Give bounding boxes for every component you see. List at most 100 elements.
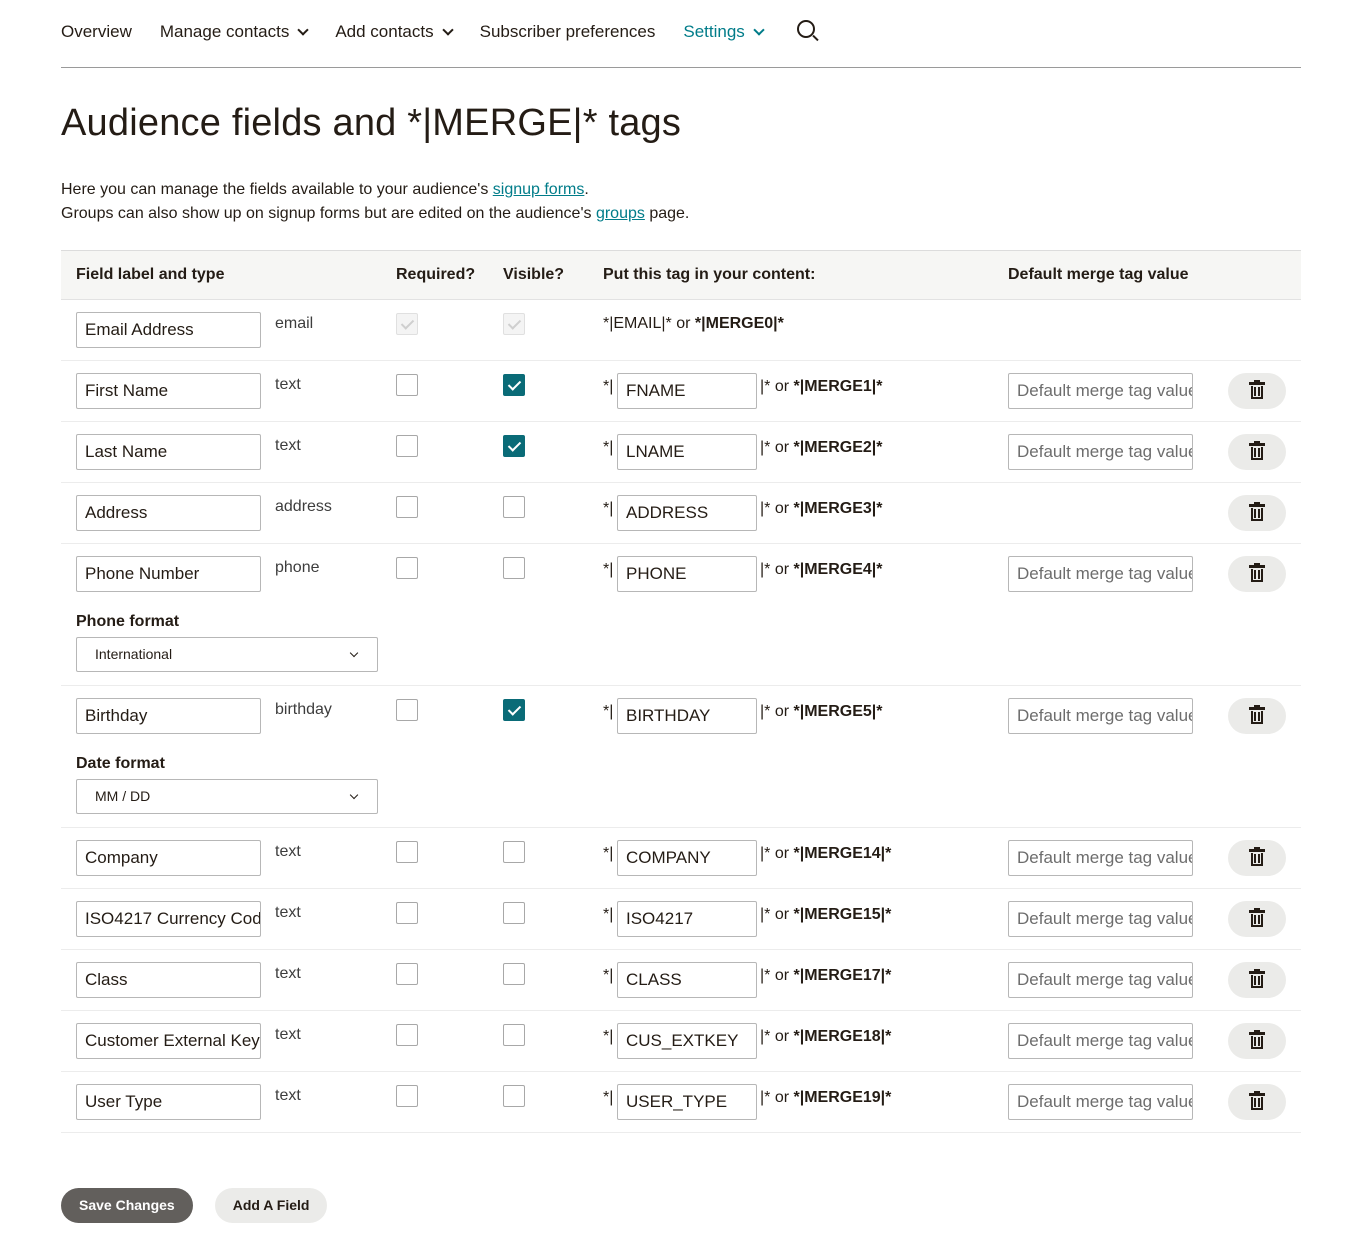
nav-manage-contacts[interactable]: Manage contacts bbox=[160, 22, 309, 46]
table-row: First Name text *| FNAME |* or *|MERGE1|* Def… bbox=[61, 361, 1301, 422]
visible-checkbox[interactable] bbox=[503, 902, 525, 924]
visible-checkbox[interactable] bbox=[503, 374, 525, 396]
delete-field-button[interactable] bbox=[1228, 373, 1286, 409]
field-label-input[interactable]: User Type bbox=[76, 1084, 261, 1120]
default-value-input[interactable]: Default merge tag value bbox=[1008, 840, 1193, 876]
required-checkbox[interactable] bbox=[396, 374, 418, 396]
add-field-button[interactable]: Add A Field bbox=[214, 1188, 328, 1223]
tag-or: |* or bbox=[760, 845, 794, 862]
table-row: Company text *| COMPANY |* or *|MERGE14|* Def… bbox=[61, 828, 1301, 889]
nav-add-contacts[interactable]: Add contacts bbox=[335, 22, 454, 46]
header-visible: Visible? bbox=[503, 266, 565, 283]
visible-checkbox bbox=[503, 313, 525, 335]
field-label-input[interactable]: Address bbox=[76, 495, 261, 531]
format-value: MM / DD bbox=[95, 788, 151, 804]
groups-link[interactable]: groups bbox=[596, 205, 645, 222]
delete-field-button[interactable] bbox=[1228, 840, 1286, 876]
field-label-input[interactable]: ISO4217 Currency Code bbox=[76, 901, 261, 937]
visible-checkbox[interactable] bbox=[503, 699, 525, 721]
merge-tag: *|MERGE15|* bbox=[793, 906, 892, 923]
required-checkbox[interactable] bbox=[396, 1085, 418, 1107]
tag-suffix: |* or *|MERGE15|* bbox=[760, 906, 891, 924]
field-label-input[interactable]: Phone Number bbox=[76, 556, 261, 592]
signup-forms-link[interactable]: signup forms bbox=[493, 181, 585, 198]
nav-subscriber-preferences[interactable]: Subscriber preferences bbox=[480, 22, 656, 46]
field-label-input[interactable]: Customer External Key bbox=[76, 1023, 261, 1059]
default-value-input[interactable]: Default merge tag value bbox=[1008, 556, 1193, 592]
search-button[interactable] bbox=[791, 19, 815, 42]
tag-prefix: *| bbox=[603, 906, 614, 923]
merge-tag-input[interactable]: BIRTHDAY bbox=[617, 698, 757, 734]
merge-tag-input[interactable]: USER_TYPE bbox=[617, 1084, 757, 1120]
required-checkbox[interactable] bbox=[396, 841, 418, 863]
tag-prefix: *| bbox=[603, 967, 614, 984]
fields-table: Field label and type Required? Visible? … bbox=[61, 250, 1301, 1133]
delete-field-button[interactable] bbox=[1228, 1084, 1286, 1120]
merge-tag-input[interactable]: PHONE bbox=[617, 556, 757, 592]
default-value-input[interactable]: Default merge tag value bbox=[1008, 1023, 1193, 1059]
merge-tag: *|MERGE1|* bbox=[793, 378, 883, 395]
format-select[interactable]: MM / DD bbox=[76, 779, 378, 814]
field-label-input[interactable]: Last Name bbox=[76, 434, 261, 470]
field-label-input[interactable]: Birthday bbox=[76, 698, 261, 734]
default-value-input[interactable]: Default merge tag value bbox=[1008, 434, 1193, 470]
intro-text-2-end: page. bbox=[644, 205, 690, 222]
delete-field-button[interactable] bbox=[1228, 962, 1286, 998]
merge-tag-input[interactable]: FNAME bbox=[617, 373, 757, 409]
merge-tag-input[interactable]: CUS_EXTKEY bbox=[617, 1023, 757, 1059]
merge-tag-input[interactable]: LNAME bbox=[617, 434, 757, 470]
tag-prefix: *| bbox=[603, 703, 614, 720]
required-checkbox[interactable] bbox=[396, 557, 418, 579]
visible-checkbox[interactable] bbox=[503, 963, 525, 985]
tag-prefix: *| bbox=[603, 1089, 614, 1106]
delete-field-button[interactable] bbox=[1228, 434, 1286, 470]
required-checkbox[interactable] bbox=[396, 435, 418, 457]
field-label-input[interactable]: Email Address bbox=[76, 312, 261, 348]
required-checkbox[interactable] bbox=[396, 1024, 418, 1046]
delete-field-button[interactable] bbox=[1228, 901, 1286, 937]
table-row: User Type text *| USER_TYPE |* or *|MERGE19|… bbox=[61, 1072, 1301, 1133]
default-value-input[interactable]: Default merge tag value bbox=[1008, 962, 1193, 998]
delete-field-button[interactable] bbox=[1228, 1023, 1286, 1059]
merge-tag-input[interactable]: ISO4217 bbox=[617, 901, 757, 937]
visible-checkbox[interactable] bbox=[503, 557, 525, 579]
delete-field-button[interactable] bbox=[1228, 495, 1286, 531]
default-value-input[interactable]: Default merge tag value bbox=[1008, 1084, 1193, 1120]
merge-tag: *|MERGE2|* bbox=[793, 439, 883, 456]
merge-tag-input[interactable]: CLASS bbox=[617, 962, 757, 998]
visible-checkbox[interactable] bbox=[503, 1024, 525, 1046]
required-checkbox[interactable] bbox=[396, 963, 418, 985]
delete-field-button[interactable] bbox=[1228, 556, 1286, 592]
table-row: Birthday birthday *| BIRTHDAY |* or *|MERGE5… bbox=[61, 686, 1301, 828]
tag-prefix: *| bbox=[603, 500, 614, 517]
nav-settings[interactable]: Settings bbox=[683, 21, 765, 46]
visible-checkbox[interactable] bbox=[503, 1085, 525, 1107]
nav-label: Settings bbox=[683, 21, 745, 41]
field-label-input[interactable]: Class bbox=[76, 962, 261, 998]
field-type: text bbox=[275, 1026, 301, 1043]
tag-suffix: |* or *|MERGE17|* bbox=[760, 967, 891, 985]
nav-overview[interactable]: Overview bbox=[61, 22, 132, 46]
save-changes-button[interactable]: Save Changes bbox=[61, 1188, 193, 1223]
merge-tag: *|MERGE0|* bbox=[694, 315, 784, 332]
required-checkbox[interactable] bbox=[396, 496, 418, 518]
nav-label: Subscriber preferences bbox=[479, 21, 656, 41]
field-label-input[interactable]: Company bbox=[76, 840, 261, 876]
field-label-input[interactable]: First Name bbox=[76, 373, 261, 409]
default-value-input[interactable]: Default merge tag value bbox=[1008, 698, 1193, 734]
delete-field-button[interactable] bbox=[1228, 698, 1286, 734]
merge-tag: *|MERGE17|* bbox=[793, 967, 892, 984]
default-value-input[interactable]: Default merge tag value bbox=[1008, 901, 1193, 937]
visible-checkbox[interactable] bbox=[503, 841, 525, 863]
merge-tag: *|MERGE4|* bbox=[793, 561, 883, 578]
merge-tag-input[interactable]: ADDRESS bbox=[617, 495, 757, 531]
required-checkbox[interactable] bbox=[396, 699, 418, 721]
format-select[interactable]: International bbox=[76, 637, 378, 672]
visible-checkbox[interactable] bbox=[503, 435, 525, 457]
visible-checkbox[interactable] bbox=[503, 496, 525, 518]
field-type: birthday bbox=[275, 701, 332, 718]
field-type: address bbox=[275, 498, 332, 515]
required-checkbox[interactable] bbox=[396, 902, 418, 924]
merge-tag-input[interactable]: COMPANY bbox=[617, 840, 757, 876]
default-value-input[interactable]: Default merge tag value bbox=[1008, 373, 1193, 409]
